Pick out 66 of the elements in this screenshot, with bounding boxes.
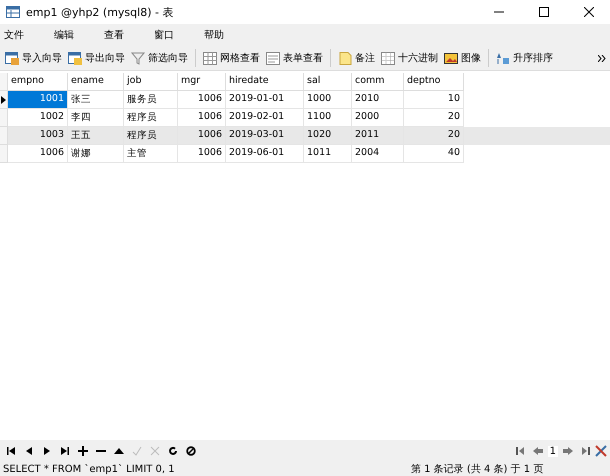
column-header[interactable]: comm	[352, 73, 404, 91]
table-cell: 10	[404, 91, 464, 109]
next-page-icon[interactable]	[563, 446, 573, 456]
previous-page-icon[interactable]	[532, 446, 543, 456]
table-cell: 服务员	[124, 91, 178, 109]
record-info: 第 1 条记录 (共 4 条) 于 1 页	[411, 462, 544, 476]
table-cell: 张三	[68, 91, 124, 109]
table-cell: 2011	[352, 127, 404, 145]
form-icon	[266, 52, 280, 64]
table-icon	[6, 6, 20, 18]
page-field[interactable]: 1	[548, 446, 558, 456]
table-cell: 1003	[8, 127, 68, 145]
toolbar-button[interactable]: 网格查看	[200, 51, 263, 65]
table-cell: 谢娜	[68, 145, 124, 163]
table-cell: 1000	[304, 91, 352, 109]
toolbar-button[interactable]: 导入向导	[2, 51, 65, 65]
menu-item[interactable]: 查看	[100, 28, 150, 42]
row-header[interactable]	[0, 91, 8, 109]
toolbar-button[interactable]: 十六进制	[378, 51, 441, 65]
table-cell: 主管	[124, 145, 178, 163]
table-cell: 1006	[178, 127, 226, 145]
column-header[interactable]: deptno	[404, 73, 464, 91]
menu-item[interactable]: 窗口	[150, 28, 200, 42]
menu-item[interactable]: 文件	[0, 28, 50, 42]
table-cell: 1006	[178, 145, 226, 163]
column-header[interactable]: hiredate	[226, 73, 304, 91]
overflow-icon[interactable]	[598, 54, 606, 62]
table-cell: 2010	[352, 91, 404, 109]
table-cell: 1011	[304, 145, 352, 163]
table-cell: 2019-03-01	[226, 127, 304, 145]
sql-query: SELECT * FROM `emp1` LIMIT 0, 1	[3, 464, 175, 474]
toolbar-button[interactable]: 备注	[335, 51, 378, 65]
table-cell: 2019-06-01	[226, 145, 304, 163]
table-cell: 程序员	[124, 127, 178, 145]
menu-item[interactable]: 帮助	[200, 28, 250, 42]
table-cell: 2019-01-01	[226, 91, 304, 109]
table-cell: 20	[404, 127, 464, 145]
column-header[interactable]: mgr	[178, 73, 226, 91]
window-title: emp1 @yhp2 (mysql8) - 表	[26, 4, 174, 20]
table-cell: 1001	[8, 91, 68, 109]
toolbar-button[interactable]: 图像	[441, 51, 484, 65]
column-header[interactable]: job	[124, 73, 178, 91]
table-export-icon	[68, 52, 82, 64]
filter-icon	[131, 52, 145, 64]
toolbar-button[interactable]: 表单查看	[263, 51, 326, 65]
column-header[interactable]: ename	[68, 73, 124, 91]
table-cell: 王五	[68, 127, 124, 145]
sort-icon	[496, 52, 510, 64]
menu-item[interactable]: 编辑	[50, 28, 100, 42]
table-cell: 1006	[178, 91, 226, 109]
table-import-icon	[5, 52, 19, 64]
toolbar-button[interactable]: 导出向导	[65, 51, 128, 65]
table-cell: 1020	[304, 127, 352, 145]
note-icon	[338, 52, 352, 64]
column-header[interactable]: sal	[304, 73, 352, 91]
maximize-icon[interactable]	[539, 7, 549, 17]
grid-icon	[203, 52, 217, 64]
table-cell: 2004	[352, 145, 404, 163]
toolbar-button[interactable]: 筛选向导	[128, 51, 191, 65]
table-cell: 1006	[8, 145, 68, 163]
image-icon	[444, 52, 458, 64]
hex-grid-icon	[381, 52, 395, 64]
column-header[interactable]: empno	[8, 73, 68, 91]
table-cell: 40	[404, 145, 464, 163]
toolbar-button[interactable]: 升序排序	[493, 51, 556, 65]
close-icon[interactable]	[584, 7, 594, 17]
